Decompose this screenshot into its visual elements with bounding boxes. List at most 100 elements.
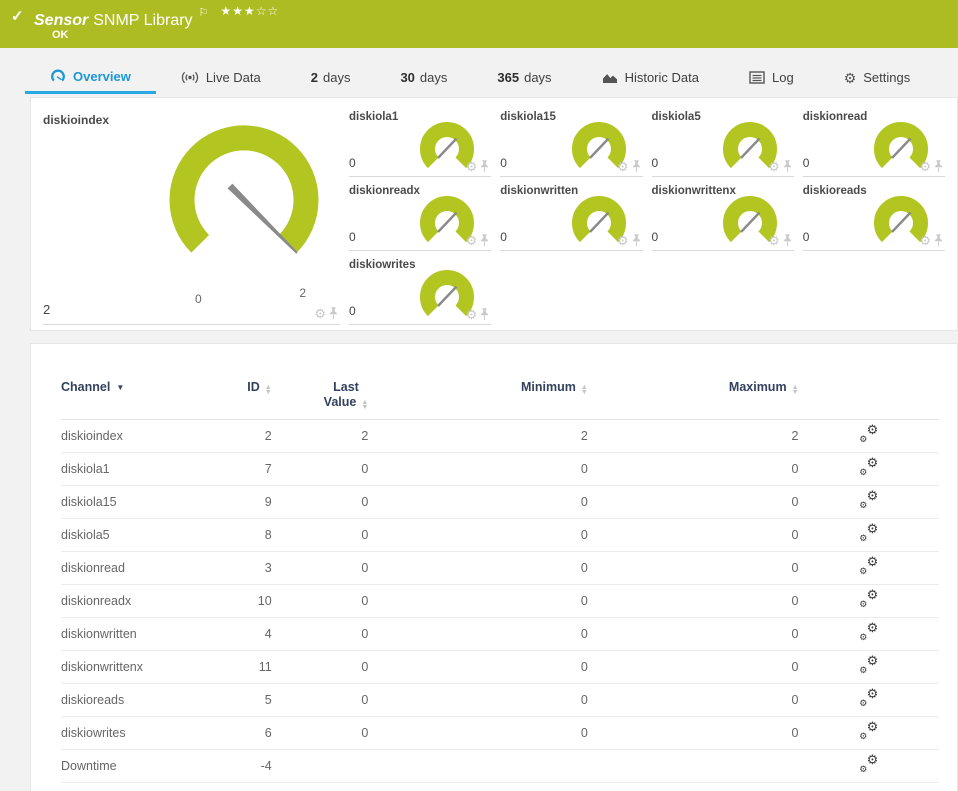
table-header-row: Channel ▼ ID ▲ ▼ Last Value ▲ ▼ Minimum ▲ ▼ Maxi… <box>61 344 939 420</box>
column-header-id[interactable]: ID ▲ ▼ <box>201 344 272 420</box>
pin-icon[interactable] <box>783 160 792 173</box>
gauge-settings-icon[interactable]: ⚙ <box>768 160 780 173</box>
gear-icon: ⚙ <box>866 455 879 470</box>
pin-icon[interactable] <box>480 308 489 321</box>
id-cell: 10 <box>201 584 272 618</box>
gauge-current-value: 0 <box>651 230 659 244</box>
minimum-cell: 0 <box>368 716 588 750</box>
gear-icon: ⚙ <box>866 719 879 734</box>
gauge-channel-label: diskiola1 <box>349 111 399 123</box>
gauge-panel-diskiola15: diskiola15 0 ⚙ <box>500 110 643 177</box>
gauge-channel-label: diskiowrites <box>349 259 416 271</box>
gauge-channel-label: diskiola5 <box>651 111 701 123</box>
tab-365-days[interactable]: 365 days <box>472 61 576 94</box>
channel-settings-button[interactable]: ⚙ ⚙ <box>859 489 878 510</box>
last-value-cell: 2 <box>271 419 369 453</box>
id-cell: 3 <box>201 551 272 585</box>
pin-icon[interactable] <box>783 234 792 247</box>
channel-settings-button[interactable]: ⚙ ⚙ <box>859 753 878 774</box>
channel-table: Channel ▼ ID ▲ ▼ Last Value ▲ ▼ Minimum ▲ ▼ Maxi… <box>61 344 939 783</box>
star-icon[interactable]: ☆ <box>267 4 279 18</box>
pin-icon[interactable] <box>480 160 489 173</box>
tab-2-days[interactable]: 2 days <box>286 61 376 94</box>
gauge-current-value: 0 <box>802 156 810 170</box>
gauge-current-value: 0 <box>349 230 356 244</box>
sensor-name: SNMP Library <box>93 12 193 29</box>
gauge-channel-label: diskioindex <box>43 113 110 127</box>
gauge-settings-icon[interactable]: ⚙ <box>617 160 629 173</box>
table-row: diskiola1 7 0 0 0 ⚙ ⚙ <box>61 452 939 486</box>
pin-icon[interactable] <box>632 160 641 173</box>
channel-settings-button[interactable]: ⚙ ⚙ <box>859 455 879 477</box>
gauge-settings-icon[interactable]: ⚙ <box>314 307 326 320</box>
status-badge: OK <box>52 29 69 41</box>
gauge-current-value: 0 <box>802 230 810 244</box>
channel-settings-button[interactable]: ⚙ ⚙ <box>859 422 879 444</box>
table-row: diskiola15 9 0 0 0 ⚙ ⚙ <box>61 485 939 519</box>
gauge-current-value: 0 <box>349 304 356 318</box>
last-value-cell: 0 <box>271 485 369 519</box>
gauge-settings-icon[interactable]: ⚙ <box>466 160 478 173</box>
pin-icon[interactable] <box>934 234 943 247</box>
maximum-cell: 2 <box>587 419 799 453</box>
id-cell: 7 <box>201 452 272 486</box>
tab-number: 30 <box>400 70 415 85</box>
gauge-panel-diskiowrites: diskiowrites 0 ⚙ <box>349 258 492 325</box>
gauge-settings-icon[interactable]: ⚙ <box>768 234 780 247</box>
channel-settings-button[interactable]: ⚙ ⚙ <box>859 719 879 741</box>
channel-name-cell: diskionreadx <box>61 584 202 618</box>
gauges-panel: diskioindex 0 2 2 ⚙ diskiola1 0 ⚙ diskio… <box>30 97 958 331</box>
channel-name-cell: diskioindex <box>61 419 202 453</box>
gauge-panel-diskionwrittenx: diskionwrittenx 0 ⚙ <box>651 184 794 251</box>
gauge-settings-icon[interactable]: ⚙ <box>617 234 629 247</box>
channel-settings-button[interactable]: ⚙ ⚙ <box>859 653 879 675</box>
star-icon[interactable]: ★ <box>232 4 244 18</box>
id-cell: 6 <box>201 716 272 750</box>
gear-icon: ⚙ <box>866 653 879 668</box>
column-header-minimum[interactable]: Minimum ▲ ▼ <box>368 344 588 420</box>
gauge-dial <box>169 125 319 254</box>
minimum-cell: 0 <box>368 683 588 717</box>
gauge-settings-icon[interactable]: ⚙ <box>466 234 478 247</box>
gear-icon: ⚙ <box>859 698 868 708</box>
tab-settings[interactable]: ⚙ Settings <box>819 61 936 94</box>
channel-settings-button[interactable]: ⚙ ⚙ <box>859 687 878 708</box>
pin-icon[interactable] <box>329 307 338 320</box>
gauge-settings-icon[interactable]: ⚙ <box>466 308 478 321</box>
channel-settings-button[interactable]: ⚙ ⚙ <box>859 522 878 543</box>
maximum-cell: 0 <box>587 617 799 651</box>
pin-icon[interactable] <box>480 234 489 247</box>
channel-name-cell: diskiola5 <box>61 518 202 552</box>
channel-settings-button[interactable]: ⚙ ⚙ <box>859 555 878 576</box>
channel-name-cell: Downtime <box>61 749 202 783</box>
gauge-channel-label: diskionreadx <box>349 185 420 197</box>
priority-stars[interactable]: ★★★☆☆ <box>220 4 279 18</box>
pin-icon[interactable] <box>934 160 943 173</box>
tab-historic-data[interactable]: Historic Data <box>577 61 724 94</box>
gauge-scale-max: 2 <box>299 286 306 300</box>
column-header-channel[interactable]: Channel ▼ <box>61 344 202 420</box>
gauge-channel-label: diskionread <box>802 111 868 123</box>
gauge-settings-icon[interactable]: ⚙ <box>919 160 931 173</box>
star-icon[interactable]: ☆ <box>256 4 268 18</box>
flag-icon[interactable]: ⚐ <box>199 7 209 19</box>
channel-settings-button[interactable]: ⚙ ⚙ <box>859 621 878 642</box>
gear-icon: ⚙ <box>866 422 879 437</box>
tab-log[interactable]: Log <box>724 61 819 94</box>
channel-settings-button[interactable]: ⚙ ⚙ <box>859 588 878 609</box>
table-row: diskiowrites 6 0 0 0 ⚙ ⚙ <box>61 716 939 750</box>
id-cell: 4 <box>201 617 272 651</box>
gauge-current-value: 0 <box>500 230 507 244</box>
column-header-maximum[interactable]: Maximum ▲ ▼ <box>587 344 799 420</box>
table-row: diskionread 3 0 0 0 ⚙ ⚙ <box>61 551 939 585</box>
pin-icon[interactable] <box>632 234 641 247</box>
column-header-last-value[interactable]: Last Value ▲ ▼ <box>271 344 369 420</box>
tab-30-days[interactable]: 30 days <box>375 61 472 94</box>
tab-live-data[interactable]: Live Data <box>156 61 286 94</box>
star-icon[interactable]: ★ <box>244 4 256 18</box>
chart-icon <box>602 70 618 85</box>
tab-overview[interactable]: Overview <box>25 61 156 94</box>
gauge-settings-icon[interactable]: ⚙ <box>919 234 931 247</box>
star-icon[interactable]: ★ <box>220 4 232 18</box>
maximum-cell: 0 <box>587 452 799 486</box>
